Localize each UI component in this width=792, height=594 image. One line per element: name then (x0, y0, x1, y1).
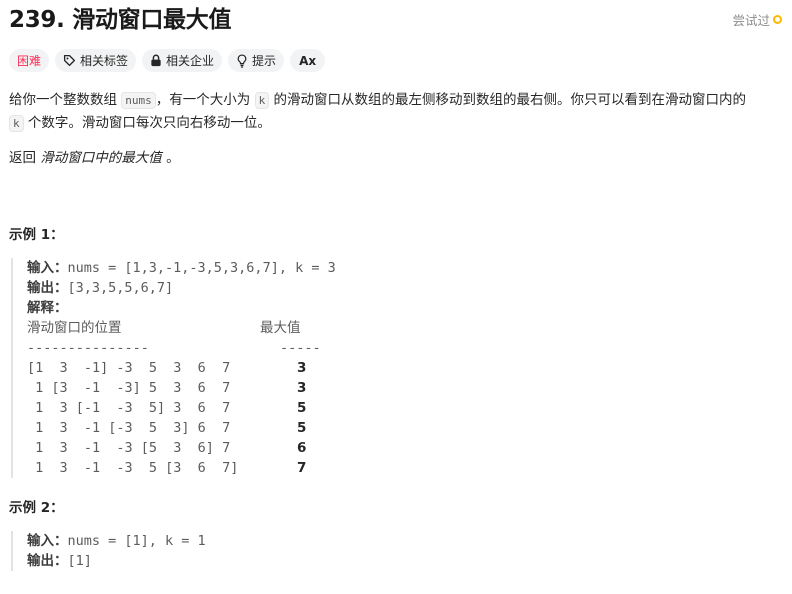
desc-text-1: 给你一个整数数组 (9, 92, 122, 108)
max-value: 3 (297, 360, 307, 376)
translate-button[interactable]: Ax (290, 49, 326, 72)
problem-title: 239. 滑动窗口最大值 (9, 7, 232, 33)
tag-icon (63, 54, 76, 67)
example-2-output-value: [1] (67, 553, 92, 569)
window-row: 1 [3 -1 -3] 5 3 6 7 3 (27, 378, 387, 398)
related-companies-button[interactable]: 相关企业 (142, 49, 223, 72)
max-value: 3 (297, 380, 307, 396)
window-row: 1 3 -1 -3 [5 3 6] 7 6 (27, 438, 387, 458)
max-value: 6 (297, 440, 307, 456)
attempted-status[interactable]: 尝试过 (732, 10, 782, 29)
max-dashes: ----- (280, 340, 321, 356)
example-1-output-label: 输出： (27, 280, 68, 296)
example-2-output-label: 输出： (27, 553, 68, 569)
translate-label: Ax (299, 53, 317, 68)
hint-button[interactable]: 提示 (228, 49, 285, 72)
related-tags-button[interactable]: 相关标签 (55, 49, 137, 72)
example-2-heading: 示例 2： (9, 500, 64, 516)
related-companies-label: 相关企业 (166, 54, 215, 68)
problem-description: 给你一个整数数组 nums ，有一个大小为 k 的滑动窗口从数组的最左侧移动到数组… (9, 89, 781, 135)
window-value: 1 3 -1 -3 [5 3 6] 7 (27, 440, 231, 456)
example-1-explain-label: 解释： (27, 300, 68, 316)
desc-text-3: 的滑动窗口从数组的最左侧移动到数组的最右侧。你只可以看到在滑动窗口内的 (269, 92, 747, 108)
title-row: 239. 滑动窗口最大值 尝试过 (9, 4, 782, 36)
window-row: 1 3 -1 -3 5 [3 6 7] 7 (27, 458, 387, 478)
attempted-circle-icon (773, 15, 782, 24)
example-2-input-value: nums = [1], k = 1 (67, 533, 206, 549)
return-emphasis: 滑动窗口中的最大值 (40, 150, 162, 166)
desc-text-2: ，有一个大小为 (155, 92, 255, 108)
window-row: 1 3 -1 [-3 5 3] 6 7 5 (27, 418, 387, 438)
desc-text-4: 个数字。滑动窗口每次只向右移动一位。 (23, 115, 271, 131)
hint-label: 提示 (252, 54, 277, 68)
example-1-heading: 示例 1： (9, 227, 64, 243)
window-value: 1 3 -1 [-3 5 3] 6 7 (27, 420, 231, 436)
window-column-header: 滑动窗口的位置 (27, 320, 122, 336)
window-row: [1 3 -1] -3 5 3 6 7 3 (27, 358, 387, 378)
window-value: 1 3 [-1 -3 5] 3 6 7 (27, 400, 231, 416)
window-row: 1 3 [-1 -3 5] 3 6 7 5 (27, 398, 387, 418)
lightbulb-icon (237, 53, 247, 68)
max-value: 5 (297, 420, 307, 436)
max-value: 7 (297, 460, 307, 476)
window-value: [1 3 -1] -3 5 3 6 7 (27, 360, 231, 376)
max-value: 5 (297, 400, 307, 416)
tag-bar: 困难 相关标签 相关企业 提示 Ax (9, 49, 326, 72)
return-text-2: 。 (161, 150, 180, 166)
return-text-1: 返回 (9, 150, 41, 166)
lock-icon (151, 54, 161, 67)
description-paragraph: 给你一个整数数组 nums ，有一个大小为 k 的滑动窗口从数组的最左侧移动到数组… (9, 89, 781, 135)
code-k: k (254, 92, 270, 109)
window-value: 1 [3 -1 -3] 5 3 6 7 (27, 380, 231, 396)
code-nums: nums (121, 92, 156, 109)
return-statement: 返回 滑动窗口中的最大值 。 (9, 147, 180, 169)
difficulty-label: 困难 (17, 54, 42, 68)
example-1-input-label: 输入： (27, 260, 68, 276)
example-2-block: 输入：nums = [1], k = 1 输出：[1] (11, 531, 387, 571)
window-dashes: --------------- (27, 340, 149, 356)
example-1-block: 输入：nums = [1,3,-1,-3,5,3,6,7], k = 3 输出：… (11, 258, 387, 478)
max-column-header: 最大值 (260, 320, 301, 336)
attempted-label: 尝试过 (732, 13, 770, 28)
example-1-input-value: nums = [1,3,-1,-3,5,3,6,7], k = 3 (67, 260, 336, 276)
example-1-output-value: [3,3,5,5,6,7] (67, 280, 174, 296)
code-k-2: k (9, 115, 24, 132)
difficulty-badge[interactable]: 困难 (9, 49, 50, 72)
window-value: 1 3 -1 -3 5 [3 6 7] (27, 460, 239, 476)
related-tags-label: 相关标签 (80, 54, 129, 68)
example-2-input-label: 输入： (27, 533, 68, 549)
